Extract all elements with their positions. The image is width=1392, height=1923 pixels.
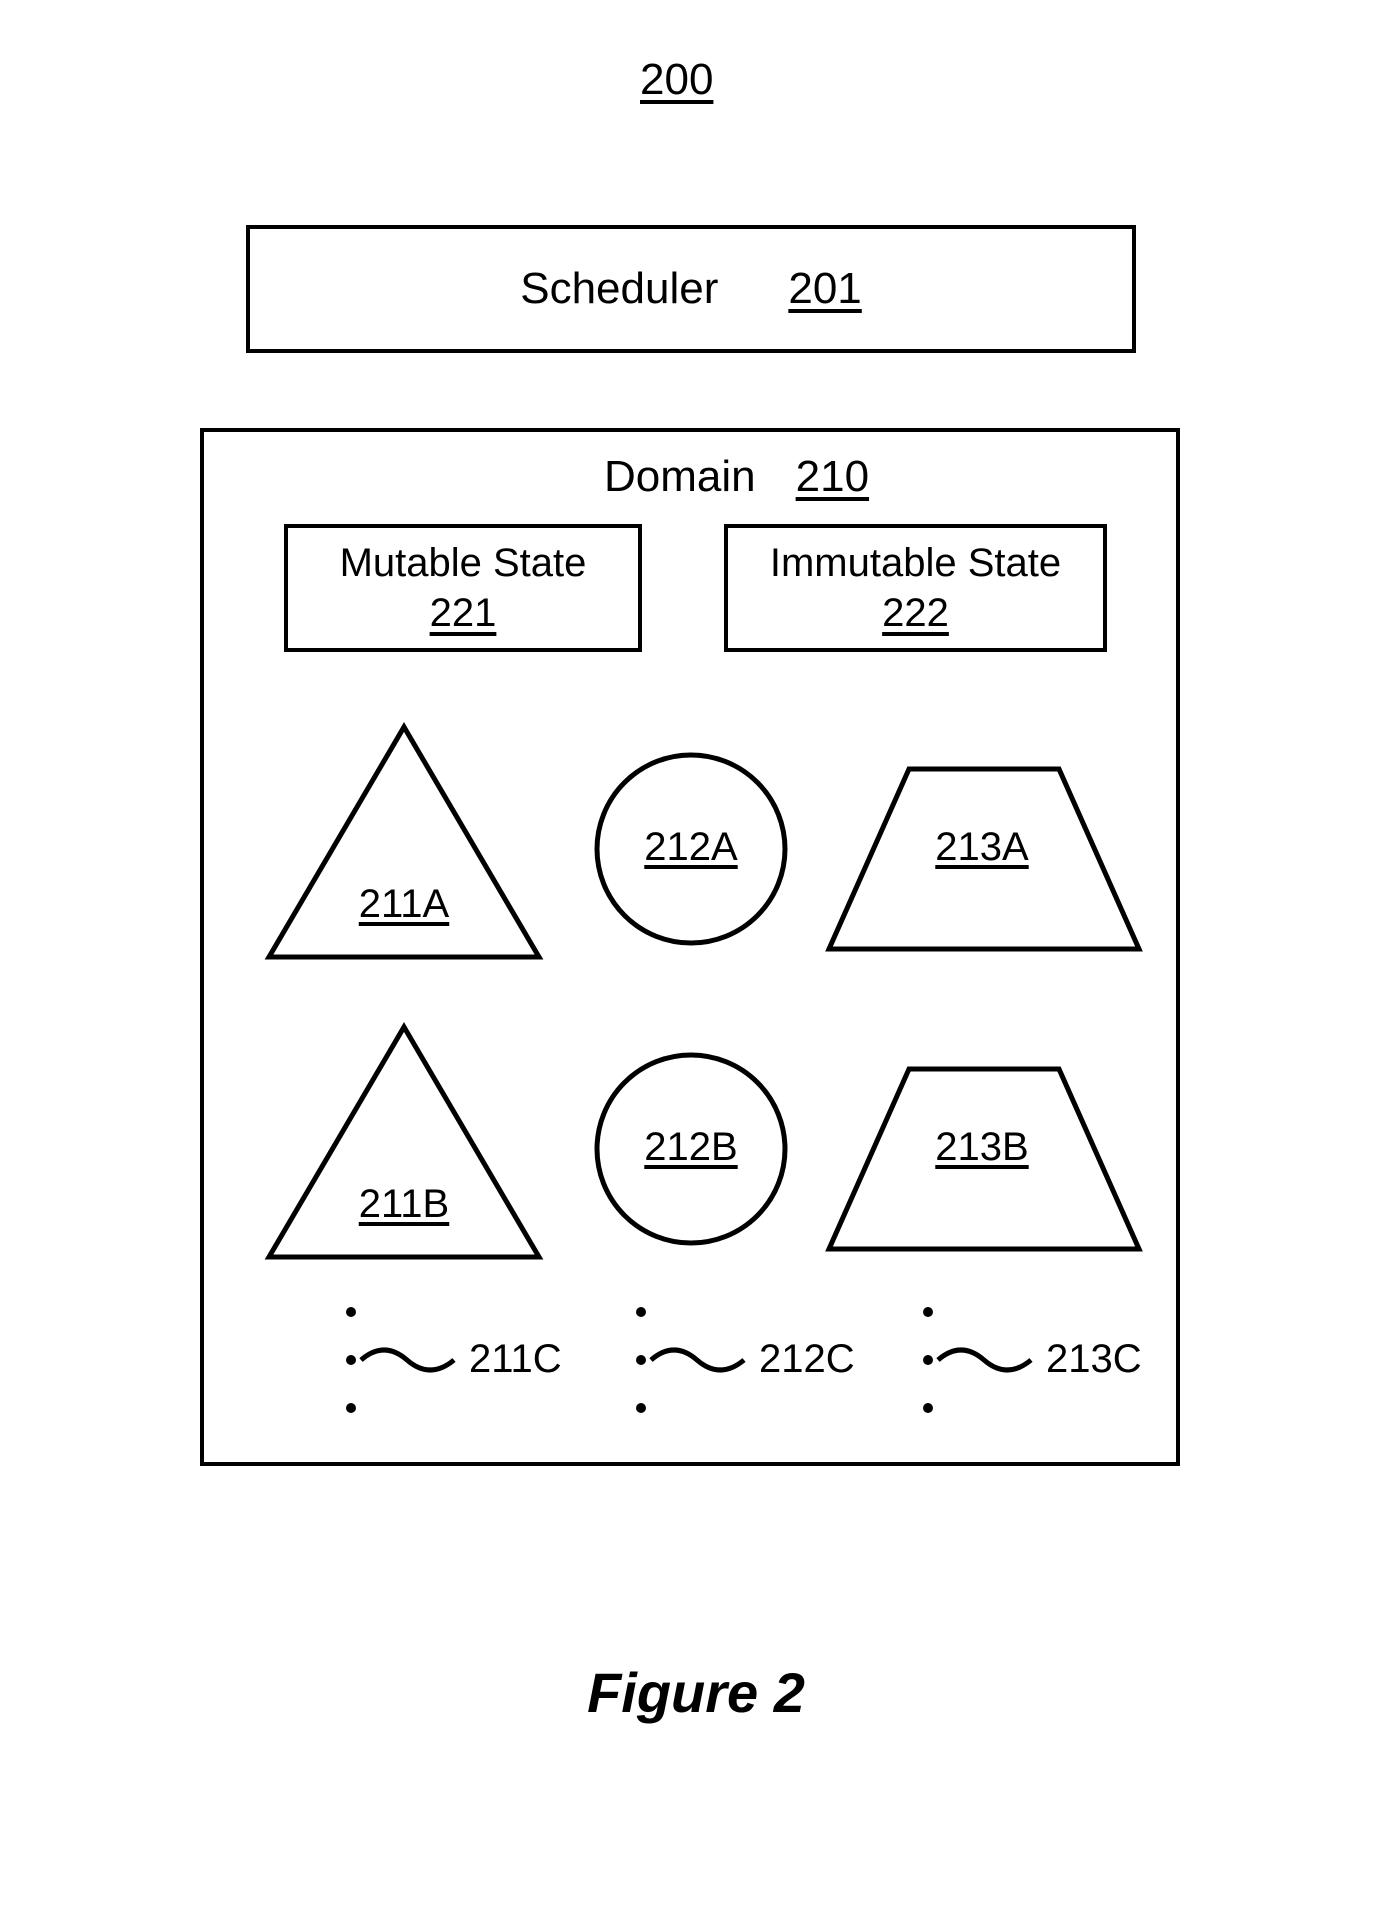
circle-a-label: 212A: [631, 825, 751, 870]
trapezoid-a-label: 213A: [922, 825, 1042, 870]
scheduler-ref: 201: [788, 264, 861, 314]
mutable-state-box: Mutable State 221: [284, 524, 642, 652]
domain-label: Domain: [604, 452, 756, 502]
circle-b-label: 212B: [631, 1125, 751, 1170]
triangle-b-label: 211B: [344, 1182, 464, 1227]
triangle-a-label: 211A: [344, 882, 464, 927]
immutable-state-ref: 222: [882, 588, 949, 638]
continuation-icon: [339, 1300, 459, 1420]
scheduler-label: Scheduler: [520, 264, 718, 314]
trapezoid-c-label: 213C: [1046, 1337, 1142, 1382]
mutable-state-ref: 221: [430, 588, 497, 638]
immutable-state-box: Immutable State 222: [724, 524, 1107, 652]
trapezoid-b-label: 213B: [922, 1125, 1042, 1170]
immutable-state-label: Immutable State: [770, 538, 1061, 588]
circle-c-label: 212C: [759, 1337, 855, 1382]
figure-caption: Figure 2: [0, 1660, 1392, 1725]
triangle-c-label: 211C: [469, 1337, 562, 1382]
diagram-page: 200 Scheduler 201 Domain 210 Mutable Sta…: [0, 0, 1392, 1923]
continuation-icon: [916, 1300, 1036, 1420]
scheduler-box: Scheduler 201: [246, 225, 1136, 353]
domain-title: Domain 210: [604, 452, 869, 502]
domain-box: Domain 210 Mutable State 221 Immutable S…: [200, 428, 1180, 1466]
domain-ref: 210: [796, 452, 869, 502]
continuation-icon: [629, 1300, 749, 1420]
figure-number: 200: [640, 55, 713, 105]
mutable-state-label: Mutable State: [340, 538, 587, 588]
